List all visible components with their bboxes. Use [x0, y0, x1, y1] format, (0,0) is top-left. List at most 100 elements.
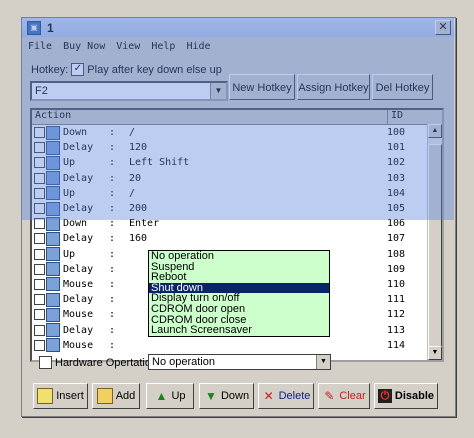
insert-icon	[37, 388, 54, 404]
up-button[interactable]: ▲ Up	[146, 383, 194, 409]
row-checkbox[interactable]	[34, 233, 45, 245]
row-checkbox[interactable]	[34, 127, 45, 139]
operation-dropdown-list[interactable]: No operation Suspend Reboot Shut down Displa…	[148, 250, 330, 337]
hardware-operation-select[interactable]: No operation ▼	[148, 354, 331, 370]
delete-button[interactable]: ✕ Delete	[258, 383, 314, 409]
row-action: Mouse	[63, 309, 94, 321]
row-id: 105	[386, 203, 405, 215]
chevron-down-icon[interactable]: ▼	[210, 83, 226, 99]
row-checkbox[interactable]	[34, 263, 45, 275]
app-icon: ▣	[27, 20, 41, 35]
table-row[interactable]: Delay: 20 103	[32, 171, 442, 186]
menu-buy-now[interactable]: Buy Now	[63, 41, 105, 52]
row-action: Mouse	[63, 339, 94, 351]
row-checkbox[interactable]	[34, 339, 45, 351]
action-icon	[46, 338, 60, 353]
add-button[interactable]: Add	[92, 383, 140, 409]
row-separator: :	[109, 142, 116, 154]
action-icon	[46, 231, 60, 246]
row-checkbox[interactable]	[34, 324, 45, 336]
assign-hotkey-button[interactable]: Assign Hotkey	[297, 74, 370, 100]
row-action: Down	[63, 218, 88, 230]
row-id: 104	[386, 187, 405, 199]
row-separator: :	[109, 324, 116, 336]
menu-help[interactable]: Help	[151, 41, 175, 52]
scroll-thumb[interactable]	[428, 144, 442, 354]
row-checkbox[interactable]	[34, 157, 45, 169]
row-action: Mouse	[63, 278, 94, 290]
menu-hide[interactable]: Hide	[186, 41, 210, 52]
table-row[interactable]: Down: / 100	[32, 125, 442, 140]
id-column-header[interactable]: ID	[388, 110, 431, 124]
row-checkbox[interactable]	[34, 294, 45, 306]
row-action: Delay	[63, 172, 94, 184]
play-after-key-down-label: Play after key down else up	[87, 63, 222, 76]
clear-button[interactable]: ✎ Clear	[318, 383, 370, 409]
hotkey-select[interactable]: F2 ▼	[30, 81, 228, 101]
row-separator: :	[109, 203, 116, 215]
row-id: 103	[386, 172, 405, 184]
table-row[interactable]: Up: / 104	[32, 186, 442, 201]
row-id: 106	[386, 218, 405, 230]
table-row[interactable]: Up: Left Shift 102	[32, 155, 442, 170]
dropdown-option[interactable]: Launch Screensaver	[149, 325, 329, 336]
hardware-operation-checkbox[interactable]	[39, 356, 52, 369]
clear-icon: ✎	[324, 389, 335, 403]
menu-view[interactable]: View	[116, 41, 140, 52]
row-separator: :	[109, 248, 116, 260]
scroll-down-icon[interactable]: ▼	[428, 346, 442, 360]
row-checkbox[interactable]	[34, 218, 45, 230]
hardware-operation-label: Hardware Opertation:	[55, 356, 161, 369]
row-action: Up	[63, 187, 76, 199]
row-checkbox[interactable]	[34, 309, 45, 321]
del-hotkey-button[interactable]: Del Hotkey	[372, 74, 433, 100]
row-action: Delay	[63, 142, 94, 154]
window-title: 1	[47, 20, 54, 35]
scroll-up-icon[interactable]: ▲	[428, 124, 442, 138]
row-value: /	[129, 187, 136, 199]
table-row[interactable]: Down: Enter 106	[32, 216, 442, 231]
row-checkbox[interactable]	[34, 142, 45, 154]
down-button[interactable]: ▼ Down	[199, 383, 254, 409]
arrow-up-icon: ▲	[155, 389, 168, 403]
action-icon	[46, 155, 60, 170]
row-checkbox[interactable]	[34, 203, 45, 215]
close-button[interactable]: ✕	[435, 20, 451, 35]
action-icon	[46, 125, 60, 140]
table-row[interactable]: Mouse: 114	[32, 338, 442, 353]
table-row[interactable]: Delay: 200 105	[32, 201, 442, 216]
row-separator: :	[109, 263, 116, 275]
row-separator: :	[109, 233, 116, 245]
action-icon	[46, 140, 60, 155]
action-column-header[interactable]: Action	[32, 110, 388, 124]
row-action: Delay	[63, 324, 94, 336]
new-hotkey-button[interactable]: New Hotkey	[229, 74, 295, 100]
row-separator: :	[109, 309, 116, 321]
dropdown-option[interactable]: No operation	[149, 251, 329, 262]
menu-bar: File Buy Now View Help Hide	[22, 37, 455, 56]
disable-button[interactable]: ⏻ Disable	[374, 383, 438, 409]
row-value: 120	[129, 142, 148, 154]
table-row[interactable]: Delay: 120 101	[32, 140, 442, 155]
title-bar: ▣ 1 ✕	[22, 18, 455, 37]
row-separator: :	[109, 127, 116, 139]
table-row[interactable]: Delay: 160 107	[32, 231, 442, 246]
row-id: 107	[386, 233, 405, 245]
dropdown-option[interactable]: CDROM door open	[149, 304, 329, 315]
row-checkbox[interactable]	[34, 172, 45, 184]
insert-button[interactable]: Insert	[33, 383, 88, 409]
row-checkbox[interactable]	[34, 248, 45, 260]
row-value: 20	[129, 172, 142, 184]
vertical-scrollbar[interactable]: ▲ ▼	[427, 124, 442, 360]
add-label: Add	[115, 390, 136, 402]
row-checkbox[interactable]	[34, 278, 45, 290]
row-action: Delay	[63, 263, 94, 275]
list-header: Action ID	[32, 110, 442, 125]
chevron-down-icon[interactable]: ▼	[316, 355, 330, 369]
row-value: /	[129, 127, 136, 139]
play-after-key-down-checkbox[interactable]: ✓	[71, 63, 85, 76]
menu-file[interactable]: File	[28, 41, 52, 52]
action-icon	[46, 277, 60, 292]
row-checkbox[interactable]	[34, 187, 45, 199]
row-action: Down	[63, 127, 88, 139]
